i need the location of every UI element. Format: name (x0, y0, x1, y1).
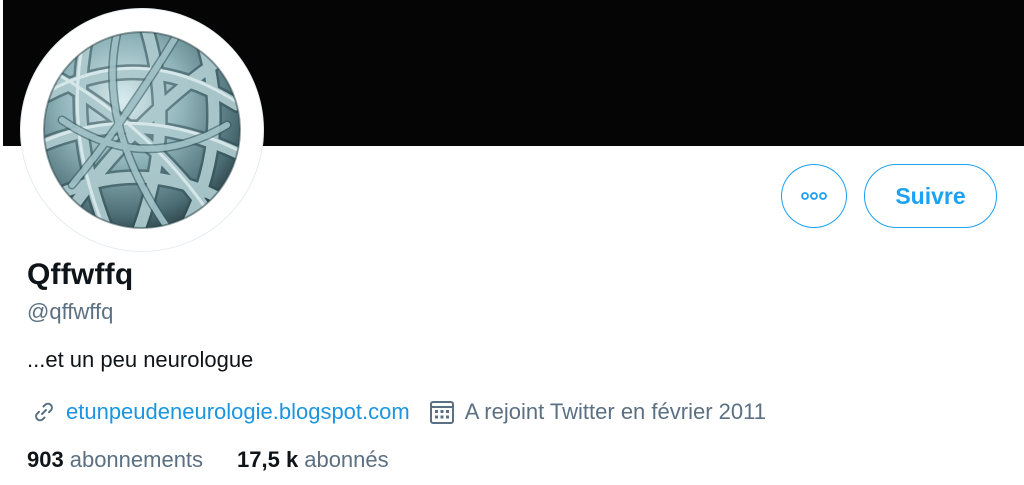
profile-bio: ...et un peu neurologue (27, 347, 254, 372)
link-icon (30, 398, 58, 426)
following-stat[interactable]: 903 abonnements (27, 447, 203, 473)
calendar-icon (428, 398, 456, 426)
more-options-button[interactable] (781, 164, 847, 228)
profile-meta: etunpeudeneurologie.blogspot.com A rejoi… (30, 395, 766, 429)
banner-edge (0, 0, 3, 146)
following-label: abonnements (69, 447, 204, 472)
user-handle: @qffwffq (27, 299, 114, 324)
join-date: A rejoint Twitter en février 2011 (464, 399, 766, 424)
website-link[interactable]: etunpeudeneurologie.blogspot.com (66, 399, 410, 425)
followers-count: 17,5 k (237, 447, 299, 472)
profile-avatar-frame (20, 8, 264, 252)
followers-stat[interactable]: 17,5 k abonnés (237, 447, 389, 473)
following-count: 903 (27, 447, 64, 472)
profile-avatar[interactable] (27, 15, 257, 245)
follow-button[interactable]: Suivre (864, 164, 997, 228)
display-name: Qffwffq (27, 258, 134, 291)
follow-stats: 903 abonnements 17,5 k abonnés (27, 447, 389, 473)
more-dots-icon (801, 192, 827, 200)
rubber-band-ball-image (27, 15, 257, 245)
followers-label: abonnés (304, 447, 389, 472)
